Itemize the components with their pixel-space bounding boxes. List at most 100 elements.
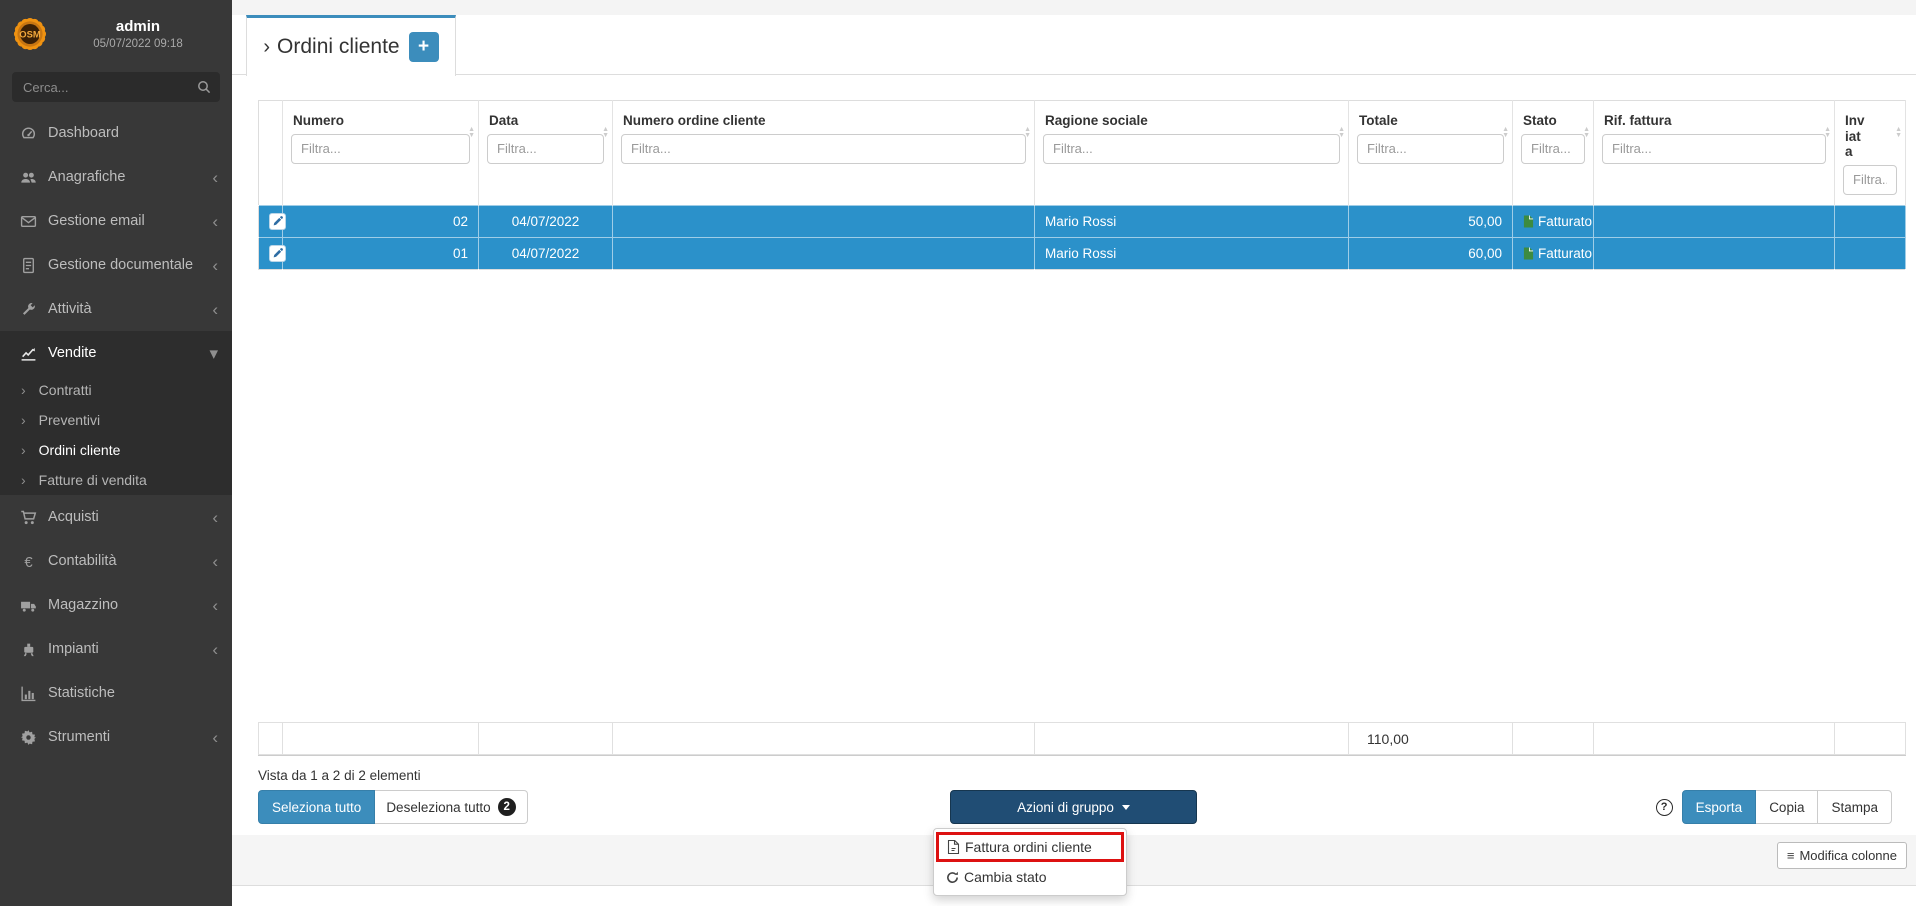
- cell-edit[interactable]: [259, 205, 283, 237]
- copy-button[interactable]: Copia: [1756, 790, 1818, 824]
- edit-icon[interactable]: [269, 245, 286, 262]
- export-button[interactable]: Esporta: [1682, 790, 1757, 824]
- cell-inviata[interactable]: [1835, 205, 1906, 237]
- edit-icon[interactable]: [269, 213, 286, 230]
- col-header-ragione-sociale[interactable]: Ragione sociale ▲▼: [1035, 101, 1349, 206]
- cell-ragione-sociale[interactable]: Mario Rossi: [1035, 237, 1349, 269]
- filter-input-rif-fattura[interactable]: [1602, 134, 1826, 164]
- sidebar-item-magazzino[interactable]: Magazzino ‹: [0, 583, 232, 627]
- chevron-left-icon: ‹: [212, 729, 218, 746]
- cell-numero-ordine[interactable]: [613, 205, 1035, 237]
- col-header-rif-fattura[interactable]: Rif. fattura ▲▼: [1594, 101, 1835, 206]
- table-row[interactable]: 01 04/07/2022 Mario Rossi 60,00 Fatturat…: [259, 237, 1906, 269]
- sort-icon[interactable]: ▲▼: [1502, 127, 1509, 139]
- filter-input-numero-ordine[interactable]: [621, 134, 1026, 164]
- export-toolbar: ? Esporta Copia Stampa: [1656, 790, 1892, 824]
- cell-rif-fattura[interactable]: [1594, 237, 1835, 269]
- menu-item-fattura-ordini-cliente[interactable]: Fattura ordini cliente: [936, 832, 1124, 862]
- sort-icon[interactable]: ▲▼: [468, 127, 475, 139]
- top-strip: [232, 0, 1916, 15]
- cell-ragione-sociale[interactable]: Mario Rossi: [1035, 205, 1349, 237]
- col-header-numero[interactable]: Numero ▲▼: [283, 101, 479, 206]
- chevron-down-icon: ▾: [209, 345, 218, 362]
- sidebar-item-gestione-email[interactable]: Gestione email ‹: [0, 199, 232, 243]
- print-button[interactable]: Stampa: [1818, 790, 1892, 824]
- machine-icon: [20, 641, 37, 658]
- cell-rif-fattura[interactable]: [1594, 205, 1835, 237]
- sidebar-subitem-preventivi[interactable]: ›Preventivi: [0, 405, 232, 435]
- sidebar-item-statistiche[interactable]: Statistiche: [0, 671, 232, 715]
- sort-icon[interactable]: ▲▼: [1824, 127, 1831, 139]
- orders-table: Numero ▲▼ Data ▲▼ Numero ordine cliente …: [258, 100, 1906, 270]
- column-label: Ragione sociale: [1035, 101, 1348, 134]
- selection-buttons: Seleziona tutto Deseleziona tutto 2: [258, 790, 528, 824]
- sort-icon[interactable]: ▲▼: [1024, 127, 1031, 139]
- col-header-data[interactable]: Data ▲▼: [479, 101, 613, 206]
- cell-numero[interactable]: 02: [283, 205, 479, 237]
- sort-icon[interactable]: ▲▼: [1895, 127, 1902, 139]
- edit-columns-label: Modifica colonne: [1799, 848, 1897, 863]
- sidebar-subitem-fatture-di-vendita[interactable]: ›Fatture di vendita: [0, 465, 232, 495]
- sidebar-item-label: Gestione email: [48, 213, 212, 229]
- footer-cell: [1594, 723, 1835, 755]
- euro-icon: €: [20, 553, 37, 570]
- edit-columns-button[interactable]: ≡ Modifica colonne: [1777, 842, 1907, 869]
- cell-data[interactable]: 04/07/2022: [479, 205, 613, 237]
- table-row[interactable]: 02 04/07/2022 Mario Rossi 50,00 Fatturat…: [259, 205, 1906, 237]
- sidebar-item-impianti[interactable]: Impianti ‹: [0, 627, 232, 671]
- deselect-all-label: Deseleziona tutto: [386, 800, 490, 815]
- page-title: Ordini cliente: [277, 35, 400, 59]
- sort-icon[interactable]: ▲▼: [1338, 127, 1345, 139]
- help-icon[interactable]: ?: [1656, 799, 1673, 816]
- cell-numero[interactable]: 01: [283, 237, 479, 269]
- selected-count-badge: 2: [498, 798, 516, 816]
- cell-edit[interactable]: [259, 237, 283, 269]
- filter-input-totale[interactable]: [1357, 134, 1504, 164]
- chevron-left-icon: ‹: [212, 597, 218, 614]
- chart-line-icon: [20, 345, 37, 362]
- filter-input-stato[interactable]: [1521, 134, 1585, 164]
- sidebar-item-attivita[interactable]: Attività ‹: [0, 287, 232, 331]
- menu-item-cambia-stato[interactable]: Cambia stato: [934, 862, 1126, 892]
- search-input[interactable]: [12, 72, 220, 102]
- group-actions-button[interactable]: Azioni di gruppo: [950, 790, 1197, 824]
- cell-stato[interactable]: Fatturato: [1513, 205, 1594, 237]
- tab-ordini-cliente[interactable]: › Ordini cliente +: [246, 15, 456, 76]
- search-icon[interactable]: [196, 79, 212, 95]
- add-order-button[interactable]: +: [409, 32, 439, 62]
- filter-input-inviata[interactable]: [1843, 165, 1897, 195]
- sidebar-subitem-contratti[interactable]: ›Contratti: [0, 375, 232, 405]
- filter-input-ragione-sociale[interactable]: [1043, 134, 1340, 164]
- deselect-all-button[interactable]: Deseleziona tutto 2: [375, 790, 527, 824]
- filter-input-data[interactable]: [487, 134, 604, 164]
- results-summary: Vista da 1 a 2 di 2 elementi: [258, 768, 421, 783]
- footer-total: 110,00: [1349, 723, 1513, 755]
- sidebar-item-anagrafiche[interactable]: Anagrafiche ‹: [0, 155, 232, 199]
- cell-totale[interactable]: 50,00: [1349, 205, 1513, 237]
- sidebar-item-vendite[interactable]: Vendite ▾: [0, 331, 232, 375]
- col-header-inviata[interactable]: Inviata ▲▼: [1835, 101, 1906, 206]
- cell-stato[interactable]: Fatturato: [1513, 237, 1594, 269]
- gear-icon: [20, 729, 37, 746]
- sidebar-item-label: Attività: [48, 301, 212, 317]
- col-header-stato[interactable]: Stato ▲▼: [1513, 101, 1594, 206]
- cell-totale[interactable]: 60,00: [1349, 237, 1513, 269]
- sidebar-item-contabilita[interactable]: € Contabilità ‹: [0, 539, 232, 583]
- col-header-numero-ordine-cliente[interactable]: Numero ordine cliente ▲▼: [613, 101, 1035, 206]
- sort-icon[interactable]: ▲▼: [602, 127, 609, 139]
- sidebar-item-dashboard[interactable]: Dashboard: [0, 111, 232, 155]
- filter-input-numero[interactable]: [291, 134, 470, 164]
- cell-data[interactable]: 04/07/2022: [479, 237, 613, 269]
- sidebar-item-gestione-documentale[interactable]: Gestione documentale ‹: [0, 243, 232, 287]
- sort-icon[interactable]: ▲▼: [1583, 127, 1590, 139]
- select-all-button[interactable]: Seleziona tutto: [258, 790, 375, 824]
- sidebar-search: [12, 72, 220, 102]
- cell-numero-ordine[interactable]: [613, 237, 1035, 269]
- sidebar-item-acquisti[interactable]: Acquisti ‹: [0, 495, 232, 539]
- invoice-file-icon: [947, 840, 960, 854]
- column-label: Inviata: [1835, 101, 1883, 165]
- sidebar-subitem-ordini-cliente[interactable]: ›Ordini cliente: [0, 435, 232, 465]
- sidebar-item-strumenti[interactable]: Strumenti ‹: [0, 715, 232, 759]
- col-header-totale[interactable]: Totale ▲▼: [1349, 101, 1513, 206]
- cell-inviata[interactable]: [1835, 237, 1906, 269]
